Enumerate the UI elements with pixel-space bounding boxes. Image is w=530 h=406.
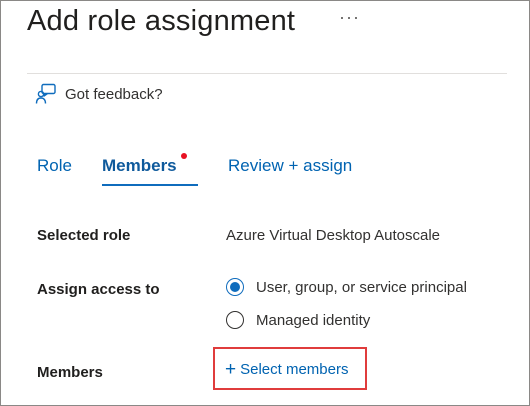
header-divider	[27, 73, 507, 74]
tab-members[interactable]: Members	[102, 156, 177, 176]
plus-icon: +	[225, 359, 237, 380]
feedback-person-icon	[35, 83, 57, 105]
radio-user-group-service-principal[interactable]: User, group, or service principal	[226, 278, 467, 296]
radio-checked-icon[interactable]	[226, 278, 244, 296]
tab-review-assign[interactable]: Review + assign	[228, 156, 352, 176]
active-tab-indicator	[102, 184, 198, 186]
radio-managed-identity[interactable]: Managed identity	[226, 311, 370, 329]
page-title: Add role assignment	[27, 5, 296, 37]
selected-role-value: Azure Virtual Desktop Autoscale	[226, 227, 441, 244]
tab-role[interactable]: Role	[37, 156, 72, 176]
feedback-link[interactable]: Got feedback?	[35, 83, 163, 105]
radio-option-label: Managed identity	[256, 311, 371, 329]
select-members-label: Select members	[240, 361, 349, 378]
more-options-button[interactable]: ···	[339, 7, 360, 28]
selected-role-label: Selected role	[37, 227, 131, 244]
feedback-label: Got feedback?	[65, 85, 163, 103]
members-label: Members	[37, 364, 103, 381]
select-members-link[interactable]: + Select members	[225, 359, 349, 380]
tab-members-badge	[181, 153, 187, 159]
radio-unchecked-icon[interactable]	[226, 311, 244, 329]
assign-access-label: Assign access to	[37, 281, 160, 298]
radio-option-label: User, group, or service principal	[256, 278, 467, 296]
role-assignment-panel: Add role assignment ··· Got feedback? Ro…	[0, 0, 530, 406]
